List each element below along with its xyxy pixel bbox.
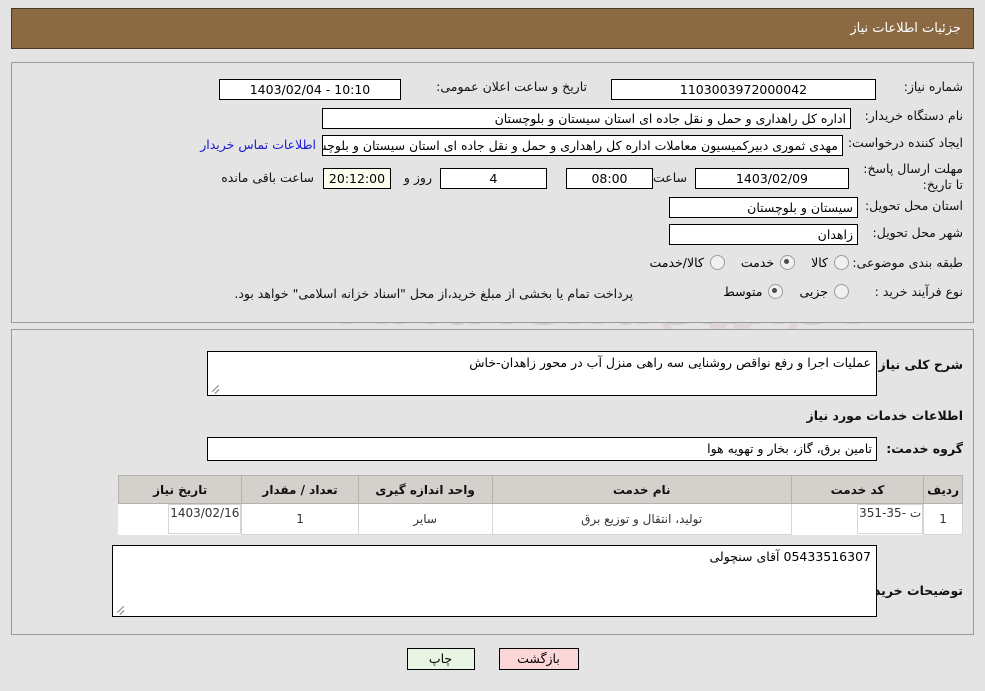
buyer-org-label: نام دستگاه خریدار: (864, 108, 963, 123)
service-group-value: تامین برق، گاز، بخار و تهویه هوا (207, 437, 877, 461)
radio-purchase-jozei[interactable] (834, 284, 849, 299)
radio-category-khedmat[interactable] (780, 255, 796, 270)
creator-label-wrap: ایجاد کننده درخواست: (848, 135, 963, 150)
deadline-date-value: 1403/02/09 (695, 168, 849, 189)
cell-quantity: 1 (241, 503, 359, 535)
th-service-code: کد خدمت (790, 475, 925, 504)
service-group-label: گروه خدمت: (886, 441, 963, 456)
service-group-label-wrap: گروه خدمت: (886, 441, 963, 456)
page-title: جزئیات اطلاعات نیاز (850, 21, 961, 36)
page-header: جزئیات اطلاعات نیاز (11, 8, 974, 49)
need-number-label: شماره نیاز: (903, 79, 963, 94)
purchase-type-label-wrap: نوع فرآیند خرید : (875, 284, 963, 299)
radio-purchase-motevaset-label: متوسط (723, 284, 763, 299)
payment-note: پرداخت تمام یا بخشی از مبلغ خرید،از محل … (234, 286, 633, 301)
general-desc-value: عملیات اجرا و رفع نواقص روشنایی سه راهی … (469, 355, 871, 370)
buyer-contact-link[interactable]: اطلاعات تماس خریدار (200, 137, 316, 152)
radio-purchase-jozei-label: جزیی (799, 284, 828, 299)
general-desc-label-wrap: شرح کلی نیاز: (874, 357, 963, 372)
buyer-org-label-wrap: نام دستگاه خریدار: (865, 108, 963, 123)
th-unit: واحد اندازه گیری (357, 475, 493, 504)
cell-service-name: تولید، انتقال و توزیع برق (491, 503, 792, 535)
th-need-date: تاریخ نیاز (117, 475, 243, 504)
radio-category-khedmat-label: خدمت (740, 255, 775, 270)
radio-category-kala[interactable] (834, 255, 849, 270)
deadline-hour-label: ساعت (652, 170, 687, 185)
services-section-title-wrap: اطلاعات خدمات مورد نیاز (807, 408, 964, 423)
radio-category-kala-khedmat-label: کالا/خدمت (649, 255, 704, 270)
th-row-no: ردیف (923, 475, 963, 504)
table-header-row: ردیف کد خدمت نام خدمت واحد اندازه گیری ت… (117, 475, 963, 504)
need-number-value: 1103003972000042 (611, 79, 876, 100)
city-label-wrap: شهر محل تحویل: (873, 225, 963, 240)
services-section-title: اطلاعات خدمات مورد نیاز (806, 408, 964, 423)
province-value: سیستان و بلوچستان (669, 197, 858, 218)
province-label: استان محل تحویل: (864, 198, 963, 213)
buyer-notes-textarea[interactable]: 05433516307 آقای سنچولی (112, 545, 877, 617)
radio-category-kala-khedmat[interactable] (709, 255, 725, 270)
deadline-time-value: 08:00 (566, 168, 653, 189)
announce-datetime-value: 1403/02/04 - 10:10 (219, 79, 401, 100)
services-table: ردیف کد خدمت نام خدمت واحد اندازه گیری ت… (117, 475, 963, 535)
cell-row-no: 1 (923, 503, 963, 535)
deadline-label-wrap: مهلت ارسال پاسخ: تا تاریخ: (853, 161, 963, 193)
buyer-org-value: اداره کل راهداری و حمل و نقل جاده ای است… (322, 108, 851, 129)
creator-value: مهدی ثموری دبیرکمیسیون معاملات اداره کل … (322, 135, 843, 156)
footer-actions: بازگشت چاپ (0, 648, 985, 670)
resize-grip-icon-2[interactable] (115, 603, 127, 615)
need-number-row: شماره نیاز: (904, 79, 963, 94)
province-label-wrap: استان محل تحویل: (865, 198, 963, 213)
general-desc-textarea[interactable]: عملیات اجرا و رفع نواقص روشنایی سه راهی … (207, 351, 877, 396)
category-label: طبقه بندی موضوعی: (852, 255, 963, 270)
th-quantity: تعداد / مقدار (241, 475, 359, 504)
deadline-label: مهلت ارسال پاسخ: تا تاریخ: (863, 161, 963, 192)
table-row: 1 ت -35-351 تولید، انتقال و توزیع برق سا… (119, 503, 963, 535)
resize-grip-icon[interactable] (210, 382, 222, 394)
purchase-type-radio-group: جزیی متوسط (713, 284, 849, 299)
category-radio-group: کالا خدمت کالا/خدمت (639, 255, 849, 270)
radio-purchase-motevaset[interactable] (768, 284, 784, 299)
back-button[interactable]: بازگشت (498, 648, 579, 670)
cell-service-code: ت -35-351 (857, 504, 924, 534)
city-label: شهر محل تحویل: (872, 225, 963, 240)
radio-category-kala-label: کالا (811, 255, 828, 270)
creator-label: ایجاد کننده درخواست: (847, 135, 963, 150)
city-value: زاهدان (669, 224, 858, 245)
th-service-name: نام خدمت (491, 475, 792, 504)
category-label-wrap: طبقه بندی موضوعی: (852, 255, 963, 270)
need-details-panel: شرح کلی نیاز: عملیات اجرا و رفع نواقص رو… (11, 329, 974, 635)
countdown-label: ساعت باقی مانده (221, 170, 314, 185)
general-desc-label: شرح کلی نیاز: (873, 357, 963, 372)
cell-unit: سایر (357, 503, 493, 535)
days-remaining-label: روز و (403, 170, 432, 185)
countdown-time-value: 20:12:00 (323, 168, 391, 189)
cell-need-date: 1403/02/16 (168, 504, 242, 534)
buyer-notes-value: 05433516307 آقای سنچولی (709, 549, 871, 564)
announce-datetime-label-wrap: تاریخ و ساعت اعلان عمومی: (436, 79, 587, 94)
announce-datetime-label: تاریخ و ساعت اعلان عمومی: (436, 79, 587, 94)
need-info-panel: شماره نیاز: 1103003972000042 تاریخ و ساع… (11, 62, 974, 323)
purchase-type-label: نوع فرآیند خرید : (874, 284, 963, 299)
print-button[interactable]: چاپ (406, 648, 475, 670)
days-remaining-value: 4 (440, 168, 547, 189)
